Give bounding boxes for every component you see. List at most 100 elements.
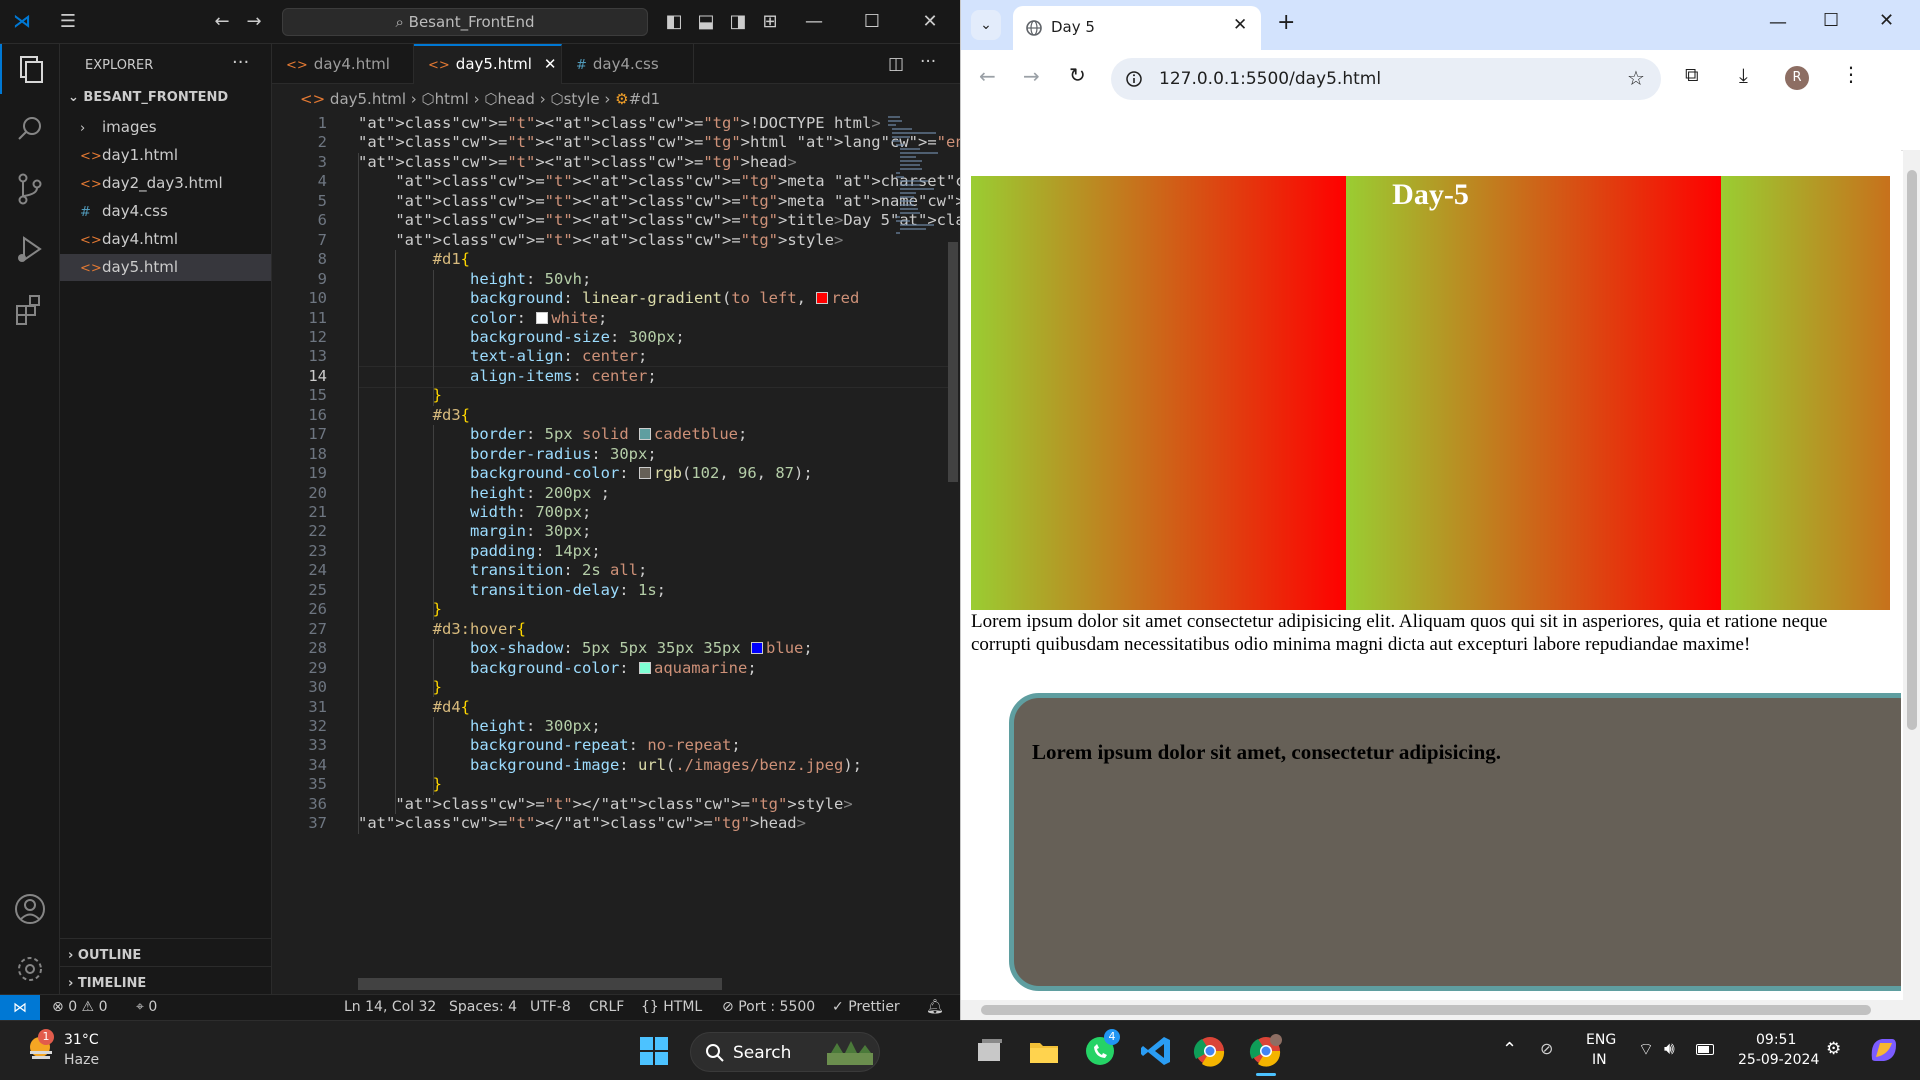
clock-date[interactable]: 25-09-2024 (1738, 1052, 1819, 1068)
tab-day4-html[interactable]: <> day4.html (272, 44, 414, 84)
browser-tab-day5[interactable]: Day 5 ✕ (1013, 6, 1261, 50)
command-center-search[interactable]: ⌕ Besant_FrontEnd (282, 8, 648, 36)
maximize-icon[interactable]: ☐ (858, 10, 886, 34)
download-icon[interactable]: ⤓ (1739, 63, 1748, 87)
site-info-icon[interactable] (1125, 70, 1143, 88)
taskbar-search-box[interactable]: Search (690, 1032, 880, 1072)
input-region[interactable]: IN (1592, 1052, 1607, 1068)
code-line[interactable]: padding: 14px; (358, 542, 601, 560)
tab-day4-css[interactable]: # day4.css (562, 44, 694, 84)
eol-status[interactable]: CRLF (589, 995, 624, 1020)
page-vertical-scrollbar[interactable] (1903, 150, 1920, 1000)
hover-box-d3[interactable]: Lorem ipsum dolor sit amet, consectetur … (1009, 693, 1901, 991)
minimize-icon[interactable]: — (1769, 12, 1787, 33)
code-line[interactable]: #d3:hover{ (358, 620, 526, 638)
split-editor-icon[interactable]: ◫ (888, 54, 904, 74)
horizontal-scrollbar-thumb[interactable] (358, 978, 722, 990)
accounts-icon[interactable] (0, 884, 60, 934)
toggle-secondary-sidebar-icon[interactable]: ◨ (724, 10, 752, 34)
remote-icon[interactable]: ⋈ (0, 995, 40, 1021)
address-bar[interactable]: 127.0.0.1:5500/day5.html ☆ (1111, 58, 1661, 100)
clock-time[interactable]: 09:51 (1756, 1032, 1796, 1048)
code-line[interactable]: "at">class"cw">="t"></"at">class"cw">="t… (358, 814, 806, 832)
weather-haze-icon[interactable]: 1 (26, 1029, 56, 1063)
input-language[interactable]: ENG (1586, 1032, 1616, 1048)
explorer-item-day5-html[interactable]: <>day5.html (60, 254, 271, 281)
code-line[interactable]: color: white; (358, 309, 607, 327)
code-line[interactable]: background-color: aquamarine; (358, 659, 757, 677)
toggle-sidebar-icon[interactable]: ◧ (660, 10, 688, 34)
code-line[interactable]: border: 5px solid cadetblue; (358, 425, 747, 443)
breadcrumb-item[interactable]: head (497, 90, 534, 108)
breadcrumb-item[interactable]: style (564, 90, 600, 108)
back-icon[interactable]: ← (208, 10, 236, 34)
file-explorer-icon[interactable] (1026, 1033, 1062, 1069)
extensions-icon[interactable] (0, 284, 60, 334)
code-line[interactable]: width: 700px; (358, 503, 591, 521)
chrome-menu-icon[interactable]: ⋮ (1841, 62, 1861, 86)
live-server-status[interactable]: ⊘ Port : 5500 (722, 995, 815, 1020)
breadcrumb-item[interactable]: day5.html (330, 90, 406, 108)
forward-icon[interactable]: → (240, 10, 268, 34)
minimap[interactable] (886, 112, 946, 242)
code-line[interactable]: } (358, 386, 442, 404)
encoding-status[interactable]: UTF-8 (530, 995, 571, 1020)
settings-gear-icon[interactable] (0, 944, 60, 994)
editor-scrollbar[interactable] (946, 112, 960, 994)
back-icon[interactable]: ← (979, 64, 996, 88)
chrome-taskbar-icon[interactable] (1192, 1033, 1228, 1069)
code-line[interactable]: transition: 2s all; (358, 561, 647, 579)
problems-status[interactable]: ⊗ 0 ⚠ 0 (52, 995, 107, 1020)
cursor-position[interactable]: Ln 14, Col 32 (344, 995, 436, 1020)
code-line[interactable]: "at">class"cw">="t"><"at">class"cw">="tg… (358, 153, 797, 171)
wifi-off-icon[interactable]: ⊘ (1540, 1039, 1553, 1058)
code-line[interactable]: #d3{ (358, 406, 470, 424)
tab-day5-html[interactable]: <> day5.html ✕ (414, 44, 562, 84)
code-line[interactable]: #d4{ (358, 698, 470, 716)
tab-close-icon[interactable]: ✕ (544, 55, 557, 73)
close-icon[interactable]: ✕ (916, 10, 944, 34)
show-hidden-icons-chevron-icon[interactable]: ⌃ (1502, 1039, 1517, 1060)
weather-temperature[interactable]: 31°C (64, 1032, 99, 1048)
indentation-status[interactable]: Spaces: 4 (449, 995, 517, 1020)
profile-avatar[interactable]: R (1785, 66, 1809, 90)
scrollbar-thumb[interactable] (948, 242, 958, 482)
whatsapp-icon[interactable]: 4 (1082, 1029, 1120, 1069)
workspace-folder[interactable]: ⌄ BESANT_FRONTEND (68, 90, 228, 105)
ports-status[interactable]: ⌖ 0 (136, 995, 157, 1020)
code-line[interactable]: text-align: center; (358, 347, 647, 365)
explorer-item-day1-html[interactable]: <>day1.html (60, 142, 271, 169)
bookmark-star-icon[interactable]: ☆ (1627, 66, 1645, 90)
explorer-icon[interactable] (0, 44, 60, 94)
explorer-item-images[interactable]: › images (60, 114, 271, 141)
code-line[interactable]: background-size: 300px; (358, 328, 685, 346)
outline-section[interactable]: › OUTLINE (68, 948, 141, 963)
code-line[interactable]: height: 200px ; (358, 484, 610, 502)
network-wifi-icon[interactable]: ⌔ (1638, 1039, 1654, 1060)
code-line[interactable]: } (358, 775, 442, 793)
volume-icon[interactable]: 🔊︎ (1664, 1039, 1675, 1059)
explorer-item-day4-html[interactable]: <>day4.html (60, 226, 271, 253)
timeline-section[interactable]: › TIMELINE (68, 976, 146, 991)
breadcrumb-item[interactable]: #d1 (629, 90, 661, 108)
toggle-panel-icon[interactable]: ⬓ (692, 10, 720, 34)
code-editor[interactable]: 1 "at">class"cw">="t"><"at">class"cw">="t… (272, 112, 960, 994)
chrome-profile-taskbar-icon[interactable] (1248, 1033, 1284, 1076)
battery-icon[interactable] (1696, 1044, 1714, 1055)
forward-icon[interactable]: → (1023, 64, 1040, 88)
code-line[interactable]: "at">class"cw">="t"><"at">class"cw">="tg… (358, 172, 960, 190)
page-horizontal-scrollbar[interactable] (961, 1000, 1920, 1020)
new-tab-icon[interactable]: + (1277, 10, 1295, 35)
code-line[interactable]: "at">class"cw">="t"><"at">class"cw">="tg… (358, 231, 843, 249)
code-line[interactable]: transition-delay: 1s; (358, 581, 666, 599)
copilot-icon[interactable] (1866, 1033, 1900, 1067)
code-line[interactable]: height: 300px; (358, 717, 601, 735)
more-actions-icon[interactable]: ··· (920, 52, 936, 72)
source-control-icon[interactable] (0, 164, 60, 214)
code-line[interactable]: #d1{ (358, 250, 470, 268)
notifications-bell-icon[interactable]: 🔔︎ (926, 995, 944, 1020)
customize-layout-icon[interactable]: ⊞ (756, 10, 784, 34)
code-line[interactable]: height: 50vh; (358, 270, 591, 288)
scrollbar-thumb[interactable] (981, 1005, 1871, 1015)
code-line[interactable]: margin: 30px; (358, 522, 591, 540)
